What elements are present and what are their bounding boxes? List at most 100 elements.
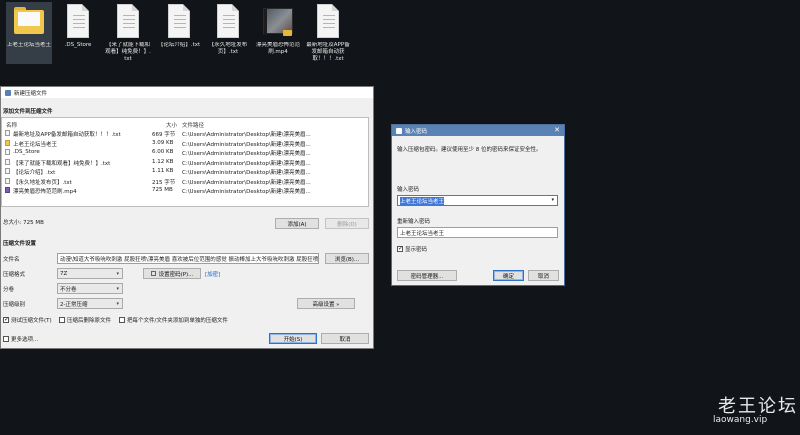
close-icon[interactable]: ✕ [554,126,560,134]
more-options-toggle[interactable]: 更多选项... [3,335,38,343]
delete-after-label: 压缩后删除原文件 [67,318,112,324]
desktop-icon-label: 【永久地址发布页】.txt [208,42,248,55]
column-name[interactable]: 名称 [6,121,17,129]
cancel-button[interactable]: 取消 [321,333,369,344]
checkbox-checked [3,316,9,323]
file-path: C:\Users\Administrator\Desktop\新建\漂亮美眉..… [182,151,311,157]
split-label: 分卷 [3,287,15,293]
desktop-icon-label: 漂亮美眉恐怖范范刷.mp4 [255,42,300,55]
file-size: 215 字节 [152,179,176,186]
desktop-icon-label: 【论坛介绍】.txt [157,42,201,48]
file-size: 725 MB [152,187,173,193]
file-list-header: 名称 大小 文件路径 [2,120,368,129]
chevron-down-icon: ▾ [116,271,119,277]
remove-button[interactable]: 删除(D) [325,218,369,229]
text-file-icon [63,4,93,40]
file-name: 漂亮美眉恐怖范范刷.mp4 [13,189,77,195]
desktop-icon-file[interactable]: 【来了就能下载和观看】纯免费！】.txt [105,2,151,64]
video-file-icon [263,4,293,40]
checkbox-checked [397,245,403,252]
file-name: 【永久地址发布页】.txt [13,179,72,186]
desktop-icon-video[interactable]: 漂亮美眉恐怖范范刷.mp4 [255,2,301,64]
file-name: 最新地址及APP备发邮箱自动获取！！！.txt [13,132,121,138]
browse-button[interactable]: 浏览(B)... [325,253,369,264]
file-size: 669 字节 [152,132,176,138]
file-row[interactable]: 【永久地址发布页】.txt 215 字节 C:\Users\Administrato… [2,177,368,186]
text-file-icon [313,4,343,40]
level-value: 2-正常压缩 [60,301,88,308]
format-select[interactable]: 7Z ▾ [57,268,123,279]
level-label: 压缩级别 [3,302,26,308]
password-title: 输入密码 [405,128,428,135]
file-row[interactable]: 上老王论坛当老王 3.09 KB C:\Users\Administrator\De… [2,139,368,148]
text-file-icon [5,158,10,165]
password-titlebar: 输入密码 ✕ [392,125,564,136]
ok-button[interactable]: 确定 [493,270,524,281]
confirm-password-input[interactable]: 上老王论坛当老王 [397,227,558,238]
file-path: C:\Users\Administrator\Desktop\新建\漂亮美眉..… [182,170,311,176]
show-password-label: 显示密码 [405,247,428,253]
file-name: 上老王论坛当老王 [13,141,58,148]
test-archive-label: 测试压缩文件(T) [11,318,52,324]
file-path: C:\Users\Administrator\Desktop\新建\漂亮美眉..… [182,160,311,167]
chevron-down-icon[interactable]: ▾ [551,197,554,203]
text-file-icon [164,4,194,40]
add-files-heading: 添加文件到压缩文件 [3,109,53,115]
add-button[interactable]: 添加(A) [275,218,319,229]
checkbox-unchecked [119,317,125,323]
file-name: .DS_Store [13,149,40,155]
test-archive-checkbox[interactable]: 测试压缩文件(T) [3,316,52,324]
file-row[interactable]: .DS_Store 6.00 KB C:\Users\Administrator\D… [2,148,368,157]
desktop-icon-file[interactable]: 最新地址及APP备发邮箱自动获取！！！.txt [305,2,351,64]
start-button[interactable]: 开始(S) [269,333,317,344]
filename-label: 文件名 [3,257,20,263]
password-dialog: 输入密码 ✕ 输入压缩包密码。建议使用至少 8 位的密码来保证安全性。 输入密码… [391,124,565,286]
advanced-settings-button[interactable]: 高级设置 » [297,298,355,309]
set-password-button[interactable]: 设置密码(P)... [143,268,201,279]
text-file-icon [5,130,10,136]
file-size: 6.00 KB [152,149,174,155]
desktop-icon-label: 【来了就能下载和观看】纯免费！】.txt [105,42,151,62]
desktop-icon-label: 最新地址及APP备发邮箱自动获取！！！.txt [306,42,350,62]
file-name: 【论坛介绍】.txt [13,170,56,176]
file-path: C:\Users\Administrator\Desktop\新建\漂亮美眉..… [182,132,311,138]
desktop-icon-folder[interactable]: 上老王论坛当老王 [6,2,52,64]
filename-input[interactable]: 动漫\知道大爷吸吮吹刺激 屁股狂喷\漂亮美眉 喜欢被后位范围的感觉 振动棒加上大… [57,253,319,264]
archive-title: 新建压缩文件 [14,90,48,97]
text-file-icon [5,177,10,184]
file-path: C:\Users\Administrator\Desktop\新建\漂亮美眉..… [182,179,311,186]
archive-app-icon [5,89,11,96]
column-path[interactable]: 文件路径 [182,121,204,129]
text-file-icon [5,168,10,174]
file-list[interactable]: 名称 大小 文件路径 最新地址及APP备发邮箱自动获取！！！.txt 669 字节… [1,117,369,207]
folder-icon [14,4,44,40]
delete-after-checkbox[interactable]: 压缩后删除原文件 [59,316,111,324]
lock-icon [150,271,156,276]
text-file-icon [213,4,243,40]
watermark-url: laowang.vip [713,415,768,425]
split-value: 不分卷 [60,286,77,293]
more-options-label: 更多选项... [11,337,39,343]
file-row[interactable]: 【来了就能下载和观看】纯免费！】.txt 1.12 KB C:\Users\Admi… [2,158,368,167]
password-cancel-button[interactable]: 取消 [528,270,559,281]
new-archive-dialog: 新建压缩文件 添加文件到压缩文件 名称 大小 文件路径 最新地址及APP备发邮箱… [0,86,374,349]
password-hint: 输入压缩包密码。建议使用至少 8 位的密码来保证安全性。 [397,147,542,153]
desktop-icon-file[interactable]: 【论坛介绍】.txt [156,2,202,64]
file-row[interactable]: 【论坛介绍】.txt 1.11 KB C:\Users\Administrator\… [2,167,368,176]
chevron-down-icon: ▾ [116,286,119,292]
show-password-checkbox[interactable]: 显示密码 [397,245,427,253]
desktop-icon-file[interactable]: 【永久地址发布页】.txt [205,2,251,64]
level-select[interactable]: 2-正常压缩 ▾ [57,298,123,309]
file-size: 3.09 KB [152,139,174,146]
separate-archives-checkbox[interactable]: 把每个文件/文件夹添加到单独的压缩文件 [119,316,228,324]
split-select[interactable]: 不分卷 ▾ [57,283,123,294]
column-size[interactable]: 大小 [166,121,177,129]
file-path: C:\Users\Administrator\Desktop\新建\漂亮美眉..… [182,189,311,195]
password-manager-button[interactable]: 密码管理器... [397,270,457,281]
file-name: 【来了就能下载和观看】纯免费！】.txt [13,160,111,167]
text-file-icon [113,4,143,40]
file-row[interactable]: 漂亮美眉恐怖范范刷.mp4 725 MB C:\Users\Administrato… [2,186,368,195]
file-row[interactable]: 最新地址及APP备发邮箱自动获取！！！.txt 669 字节 C:\Users\Ad… [2,129,368,138]
password-input[interactable]: 上老王论坛当老王 ▾ [397,195,558,206]
desktop-icon-file[interactable]: .DS_Store [55,2,101,64]
